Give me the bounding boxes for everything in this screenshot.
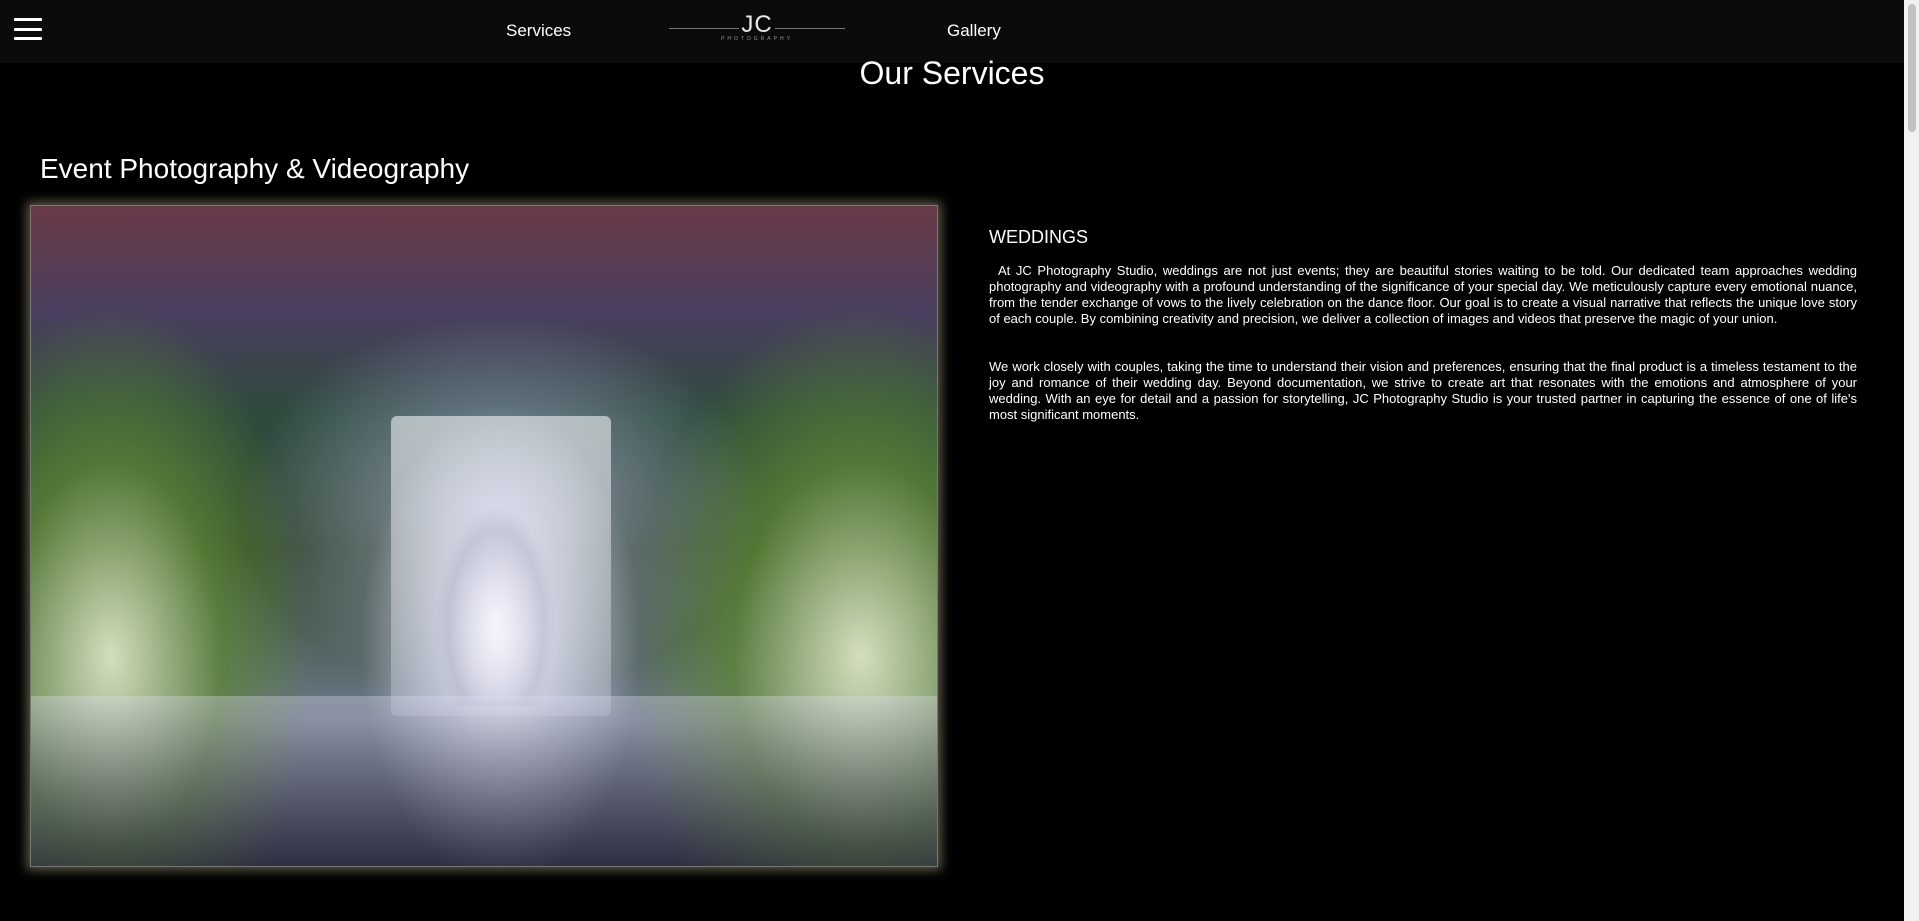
section-title: Event Photography & Videography	[40, 153, 470, 184]
logo-mark: JC	[741, 11, 773, 38]
photo-bride	[431, 476, 561, 706]
scrollbar-thumb[interactable]	[1908, 4, 1916, 132]
nav-link-gallery[interactable]: Gallery	[947, 21, 1001, 41]
hamburger-line	[14, 37, 42, 40]
weddings-paragraph-2: We work closely with couples, taking the…	[989, 359, 1857, 422]
page-title: Our Services	[859, 55, 1045, 91]
weddings-paragraph-1: At JC Photography Studio, weddings are n…	[989, 263, 1857, 326]
hamburger-line	[14, 27, 42, 31]
site-logo[interactable]: JC PHOTOGRAPHY	[669, 9, 845, 47]
nav-link-services[interactable]: Services	[506, 21, 571, 41]
weddings-heading: WEDDINGS	[989, 227, 1088, 247]
page-scrollbar[interactable]	[1904, 0, 1919, 921]
photo-floor	[31, 696, 937, 866]
wedding-photo	[30, 205, 938, 867]
navbar: Services JC PHOTOGRAPHY Gallery	[0, 0, 1904, 63]
hamburger-line	[14, 18, 42, 21]
logo-subtext: PHOTOGRAPHY	[721, 36, 793, 42]
hamburger-menu-icon[interactable]	[14, 15, 42, 43]
